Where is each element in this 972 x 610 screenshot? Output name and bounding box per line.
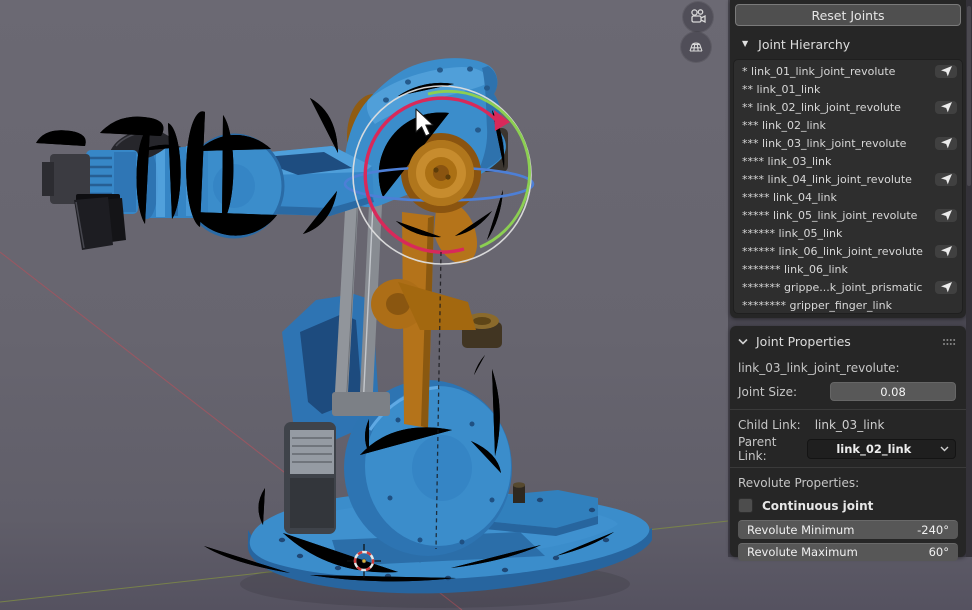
hierarchy-row-label: ***** link_05_link_joint_revolute (742, 209, 935, 222)
divider (730, 467, 966, 468)
snap-pointer-button[interactable] (935, 281, 957, 294)
hierarchy-row-label: *** link_03_link_joint_revolute (742, 137, 935, 150)
parent-link-value: link_02_link (808, 442, 940, 456)
robot-gripper[interactable] (42, 150, 138, 250)
panel-joint-hierarchy: Reset Joints ▼ Joint Hierarchy * link_01… (730, 0, 966, 318)
hierarchy-row[interactable]: ****** link_05_link (734, 224, 962, 242)
hierarchy-row-label: **** link_03_link (742, 155, 935, 168)
joint-properties-header[interactable]: Joint Properties (738, 333, 956, 350)
hierarchy-row[interactable]: ** link_02_link_joint_revolute (734, 98, 962, 116)
grid-icon (687, 38, 705, 56)
pointer-icon (940, 281, 953, 293)
hierarchy-row-label: ** link_01_link (742, 83, 935, 96)
joint-properties-title: Joint Properties (756, 334, 851, 349)
divider (730, 409, 966, 410)
hierarchy-row[interactable]: **** link_03_link (734, 152, 962, 170)
joint-hierarchy-list: * link_01_link_joint_revolute ** link_01… (733, 59, 963, 314)
hierarchy-row[interactable]: *** link_03_link_joint_revolute (734, 134, 962, 152)
pointer-icon (940, 137, 953, 149)
revolute-properties-label: Revolute Properties: (738, 476, 859, 490)
hierarchy-row-label: ** link_02_link_joint_revolute (742, 101, 935, 114)
parent-link-label: Parent Link: (738, 435, 807, 463)
hierarchy-row-label: ****** link_05_link (742, 227, 935, 240)
revolute-minimum-value: -240° (917, 523, 949, 537)
hierarchy-row[interactable]: ***** link_05_link_joint_revolute (734, 206, 962, 224)
snap-pointer-button[interactable] (935, 209, 957, 222)
revolute-maximum-label: Revolute Maximum (747, 545, 858, 559)
dropdown-chevron-icon (940, 446, 949, 452)
hierarchy-row-label: * link_01_link_joint_revolute (742, 65, 935, 78)
hierarchy-row[interactable]: *** link_02_link (734, 116, 962, 134)
hierarchy-row[interactable]: ****** link_06_link_joint_revolute (734, 242, 962, 260)
continuous-joint-checkbox[interactable] (738, 498, 753, 513)
pointer-icon (940, 209, 953, 221)
hierarchy-row[interactable]: ******* grippe...k_joint_prismatic (734, 278, 962, 296)
grid-toggle-button[interactable] (681, 32, 711, 62)
hierarchy-row-label: ******** gripper_finger_link (742, 299, 935, 312)
revolute-minimum-slider[interactable]: Revolute Minimum -240° (738, 520, 958, 539)
app-window: Reset Joints ▼ Joint Hierarchy * link_01… (0, 0, 972, 610)
pointer-icon (940, 245, 953, 257)
joint-hierarchy-header[interactable]: ▼ Joint Hierarchy (742, 36, 966, 52)
joint-hierarchy-title: Joint Hierarchy (758, 37, 850, 52)
gizmo-red-arrow (494, 110, 510, 131)
hierarchy-row[interactable]: ******* link_06_link (734, 260, 962, 278)
pointer-icon (940, 173, 953, 185)
parent-link-dropdown[interactable]: link_02_link (807, 439, 956, 459)
joint3-disc-front (408, 140, 474, 206)
chevron-down-icon (738, 338, 748, 345)
joint-size-field[interactable]: 0.08 (830, 382, 956, 401)
pointer-icon (940, 65, 953, 77)
hierarchy-row-label: *** link_02_link (742, 119, 935, 132)
hierarchy-row[interactable]: **** link_04_link_joint_revolute (734, 170, 962, 188)
camera-icon (689, 8, 707, 26)
hierarchy-row-label: ****** link_06_link_joint_revolute (742, 245, 935, 258)
hierarchy-row[interactable]: * link_01_link_joint_revolute (734, 62, 962, 80)
robot-scene[interactable] (0, 0, 728, 610)
revolute-maximum-slider[interactable]: Revolute Maximum 60° (738, 543, 958, 562)
snap-pointer-button[interactable] (935, 245, 957, 258)
selected-joint-label: link_03_link_joint_revolute: (738, 361, 900, 375)
hierarchy-row-label: ***** link_04_link (742, 191, 935, 204)
panel-grip-icon[interactable] (942, 338, 956, 346)
hierarchy-row-label: **** link_04_link_joint_revolute (742, 173, 935, 186)
sidebar-scrollbar[interactable] (966, 0, 972, 557)
joint-size-label: Joint Size: (738, 385, 797, 399)
revolute-minimum-label: Revolute Minimum (747, 523, 854, 537)
sidebar: Reset Joints ▼ Joint Hierarchy * link_01… (728, 0, 972, 557)
collapse-triangle-icon: ▼ (742, 36, 748, 52)
child-link-label: Child Link: (738, 418, 801, 432)
snap-pointer-button[interactable] (935, 65, 957, 78)
continuous-joint-label: Continuous joint (762, 499, 873, 513)
camera-view-button[interactable] (683, 2, 713, 32)
reset-joints-button[interactable]: Reset Joints (735, 4, 961, 26)
hierarchy-row[interactable]: ******** gripper_finger_link (734, 296, 962, 314)
robot-arm[interactable] (42, 58, 652, 593)
child-link-value: link_03_link (815, 418, 885, 432)
hierarchy-row-label: ******* grippe...k_joint_prismatic (742, 281, 935, 294)
panel-joint-properties: Joint Properties link_03_link_joint_revo… (730, 326, 966, 557)
snap-pointer-button[interactable] (935, 173, 957, 186)
snap-pointer-button[interactable] (935, 101, 957, 114)
hierarchy-row[interactable]: ***** link_04_link (734, 188, 962, 206)
hierarchy-row[interactable]: ** link_01_link (734, 80, 962, 98)
hierarchy-row-label: ******* link_06_link (742, 263, 935, 276)
snap-pointer-button[interactable] (935, 137, 957, 150)
revolute-maximum-value: 60° (929, 545, 949, 559)
pointer-icon (940, 101, 953, 113)
